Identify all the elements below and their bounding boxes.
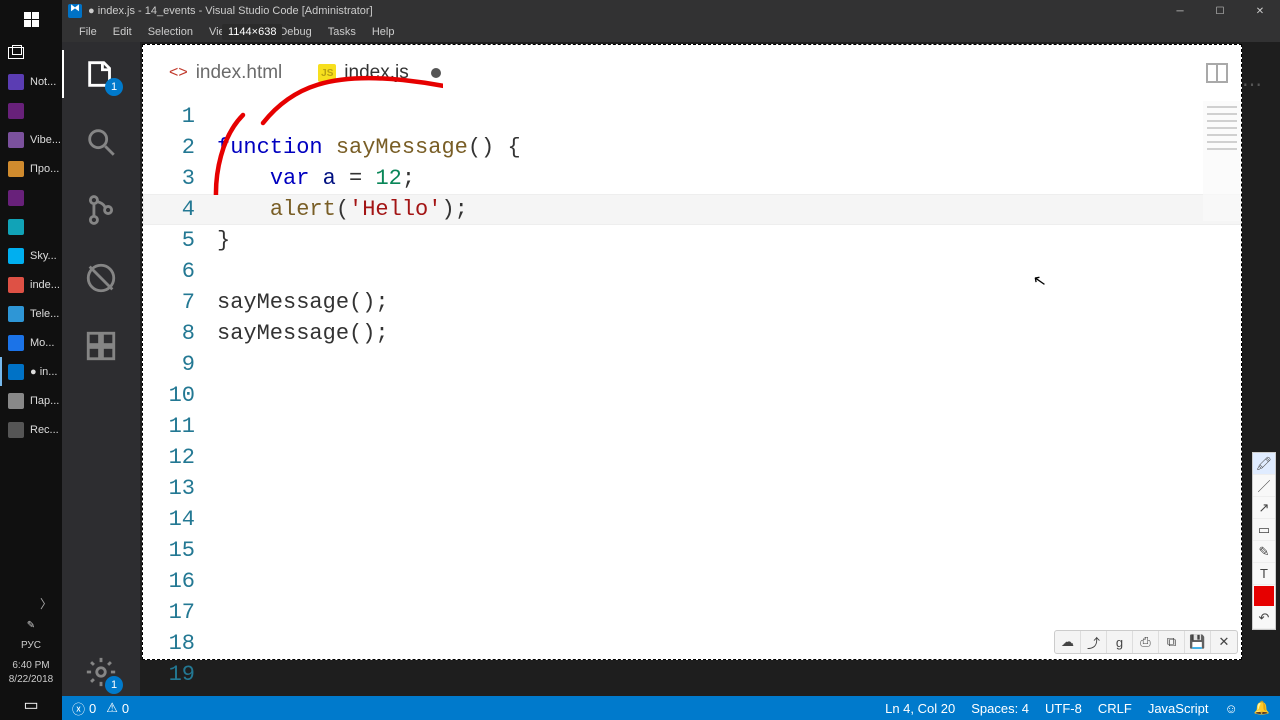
keyboard-layout[interactable]: РУС xyxy=(0,636,62,656)
titlebar: ● index.js - 14_events - Visual Studio C… xyxy=(62,0,1280,22)
editor-tabs: <> index.html JS index.js xyxy=(143,45,1241,101)
screenshot-selection[interactable]: <> index.html JS index.js 1 2function sa… xyxy=(142,44,1242,660)
minimize-button[interactable]: ─ xyxy=(1160,0,1200,22)
clock[interactable]: 6:40 PM8/22/2018 xyxy=(0,656,62,690)
taskbar-app-vscode[interactable]: ● in... xyxy=(0,357,62,386)
status-language[interactable]: JavaScript xyxy=(1148,701,1209,716)
menu-help[interactable]: Help xyxy=(365,24,402,40)
shot-search-icon[interactable]: g xyxy=(1107,631,1133,653)
activity-search[interactable] xyxy=(77,118,125,166)
status-cursor-pos[interactable]: Ln 4, Col 20 xyxy=(885,701,955,716)
activity-settings[interactable]: 1 xyxy=(77,648,125,696)
tool-undo[interactable]: ↶ xyxy=(1253,607,1275,629)
editor-more-icon[interactable]: ⋯ xyxy=(1242,72,1264,97)
tab-label: index.js xyxy=(344,62,408,84)
activity-explorer[interactable]: 1 xyxy=(77,50,125,98)
activity-bar: 1 1 xyxy=(62,42,140,696)
js-file-icon: JS xyxy=(318,64,336,82)
code-editor[interactable]: 1 2function sayMessage() { 3 var a = 12;… xyxy=(143,101,1241,659)
status-bell-icon[interactable]: 🔔 xyxy=(1254,700,1270,716)
taskbar-app[interactable]: Mo... xyxy=(0,328,62,357)
tray-overflow-icon[interactable]: 〉 xyxy=(0,590,62,616)
tool-color-swatch[interactable] xyxy=(1254,586,1274,606)
shot-save-icon[interactable]: 💾 xyxy=(1185,631,1211,653)
window-title: ● index.js - 14_events - Visual Studio C… xyxy=(88,5,373,17)
shot-close-icon[interactable]: ✕ xyxy=(1211,631,1237,653)
taskbar-app[interactable] xyxy=(0,212,62,241)
vscode-icon xyxy=(68,4,82,18)
taskbar-app[interactable]: Sky... xyxy=(0,241,62,270)
close-button[interactable]: ✕ xyxy=(1240,0,1280,22)
notifications-icon[interactable]: ▭ xyxy=(0,690,62,720)
screenshot-actions: ☁ ⤴ g ⎙ ⧉ 💾 ✕ xyxy=(1054,630,1238,654)
split-editor-icon[interactable] xyxy=(1205,61,1229,85)
tool-text[interactable]: T xyxy=(1253,563,1275,585)
minimap[interactable] xyxy=(1203,101,1241,221)
tool-line[interactable]: ／ xyxy=(1253,475,1275,497)
tool-rect[interactable]: ▭ xyxy=(1253,519,1275,541)
tab-index-html[interactable]: <> index.html xyxy=(151,54,300,92)
tab-index-js[interactable]: JS index.js xyxy=(300,54,458,92)
taskbar-app[interactable] xyxy=(0,183,62,212)
shot-upload-icon[interactable]: ☁ xyxy=(1055,631,1081,653)
menu-selection[interactable]: Selection xyxy=(141,24,200,40)
activity-scm[interactable] xyxy=(77,186,125,234)
vscode-window: ● index.js - 14_events - Visual Studio C… xyxy=(62,0,1280,720)
status-errors[interactable]: ⓧ 0 xyxy=(72,699,96,718)
menu-edit[interactable]: Edit xyxy=(106,24,139,40)
explorer-badge: 1 xyxy=(105,78,123,96)
windows-taskbar: Not... Vibe... Про... Sky... inde... Tel… xyxy=(0,0,62,720)
activity-debug[interactable] xyxy=(77,254,125,302)
tool-arrow[interactable]: ↗ xyxy=(1253,497,1275,519)
menu-file[interactable]: File xyxy=(72,24,104,40)
taskbar-app[interactable] xyxy=(0,96,62,125)
taskbar-app[interactable]: Vibe... xyxy=(0,125,62,154)
status-encoding[interactable]: UTF-8 xyxy=(1045,701,1082,716)
tab-label: index.html xyxy=(196,62,283,84)
taskbar-app[interactable]: inde... xyxy=(0,270,62,299)
status-indent[interactable]: Spaces: 4 xyxy=(971,701,1029,716)
settings-badge: 1 xyxy=(105,676,123,694)
taskbar-app[interactable]: Пар... xyxy=(0,386,62,415)
taskbar-app[interactable]: Not... xyxy=(0,67,62,96)
screenshot-tool-palette: 🖍 ／ ↗ ▭ ✎ T ↶ xyxy=(1252,452,1276,630)
status-eol[interactable]: CRLF xyxy=(1098,701,1132,716)
maximize-button[interactable]: ☐ xyxy=(1200,0,1240,22)
taskbar-app[interactable]: Про... xyxy=(0,154,62,183)
editor-group: 1144×638 <> index.html JS index.js xyxy=(140,42,1280,696)
pen-tray-icon[interactable]: ✎ xyxy=(0,616,62,636)
taskbar-app[interactable]: Tele... xyxy=(0,299,62,328)
start-button[interactable] xyxy=(0,0,62,38)
taskbar-app[interactable]: Rec... xyxy=(0,415,62,444)
html-file-icon: <> xyxy=(169,64,188,82)
status-feedback-icon[interactable]: ☺ xyxy=(1225,701,1238,716)
menu-tasks[interactable]: Tasks xyxy=(321,24,363,40)
dirty-indicator-icon xyxy=(431,68,441,78)
activity-extensions[interactable] xyxy=(77,322,125,370)
capture-dimensions-badge: 1144×638 xyxy=(222,24,282,40)
status-warnings[interactable]: ⚠ 0 xyxy=(106,700,129,716)
task-view-button[interactable] xyxy=(0,38,62,67)
tool-highlighter[interactable]: 🖍 xyxy=(1253,453,1275,475)
tool-pencil[interactable]: ✎ xyxy=(1253,541,1275,563)
status-bar: ⓧ 0 ⚠ 0 Ln 4, Col 20 Spaces: 4 UTF-8 CRL… xyxy=(62,696,1280,720)
shot-share-icon[interactable]: ⤴ xyxy=(1081,631,1107,653)
shot-print-icon[interactable]: ⎙ xyxy=(1133,631,1159,653)
shot-copy-icon[interactable]: ⧉ xyxy=(1159,631,1185,653)
